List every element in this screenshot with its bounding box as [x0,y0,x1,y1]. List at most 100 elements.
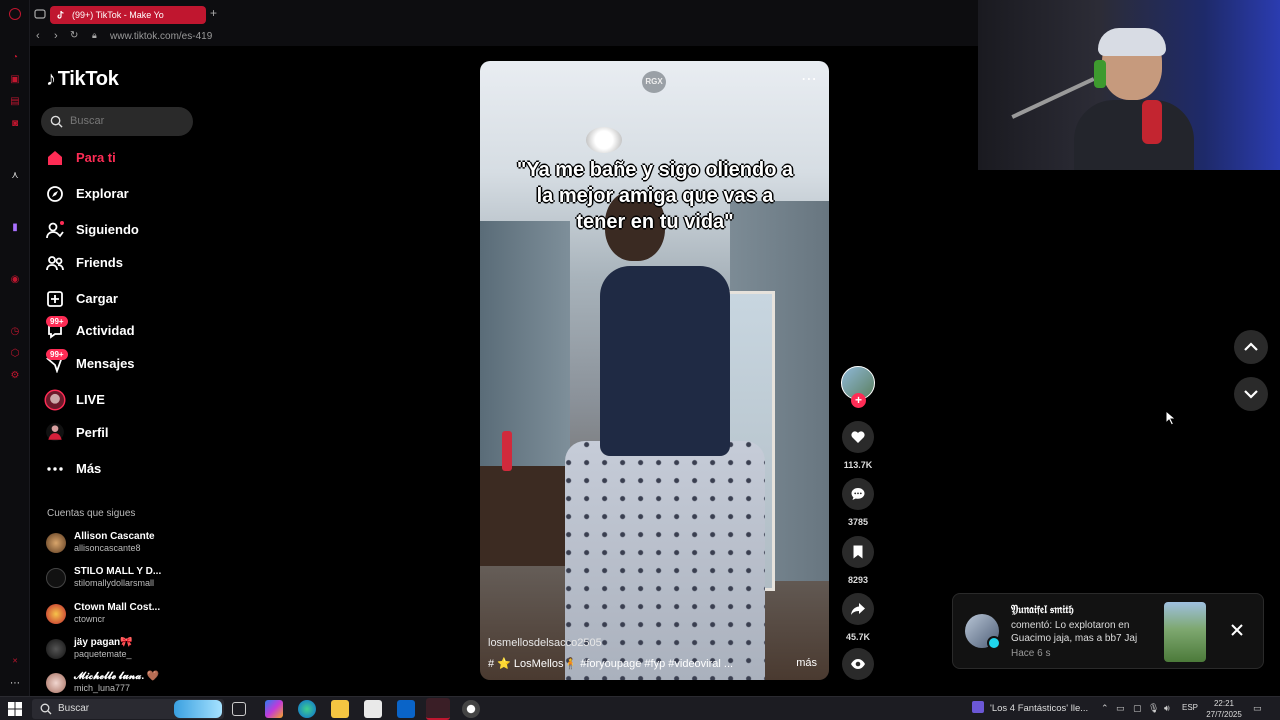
active-tab[interactable]: (99+) TikTok - Make Yo [50,6,206,24]
tab-bar: (99+) TikTok - Make Yo + [30,0,980,28]
video-player[interactable]: RGX ⋯ "Ya me bañe y sigo oliendo a la me… [480,61,829,680]
video-more-link[interactable]: más [796,657,817,669]
rail-more-icon[interactable]: ⋯ [9,678,21,690]
share-count: 45.7K [845,632,871,642]
rail-mail-icon[interactable]: ◙ [9,118,21,130]
windows-start-icon[interactable] [8,702,22,716]
outlook-icon[interactable] [397,700,415,718]
forward-icon[interactable]: › [54,30,58,42]
nav-friends[interactable]: Friends [46,248,201,278]
follow-button[interactable]: + [851,393,866,408]
bookmark-icon [853,545,863,559]
messages-badge: 99+ [46,349,68,360]
rail-settings-icon[interactable]: ⚙ [9,370,21,382]
nav-siguiendo[interactable]: Siguiendo [46,215,201,245]
copilot-icon[interactable] [265,700,283,718]
account-name: jäy pagan🎀 [74,637,133,648]
search-icon [50,115,63,128]
friends-icon [46,256,64,271]
comment-button[interactable] [842,478,874,510]
like-button[interactable] [842,421,874,453]
task-view-icon[interactable] [232,702,246,716]
browser-side-rail: ◔ ▣ ▤ ◙ ⋏ ▮ ◉ ◷ ⬡ ⚙ ✕ ⋯ [0,0,30,696]
url-field[interactable]: www.tiktok.com/es-419 [110,31,212,42]
account-item[interactable]: STILO MALL Y D... stilomallydollarsmall [46,565,196,593]
next-video-button[interactable] [1234,377,1268,411]
opera-app-icon[interactable] [426,698,450,720]
search-input[interactable]: Buscar [41,107,193,136]
webcam-mic-arm [1011,77,1095,119]
rail-refresh-icon[interactable]: ◔ [9,52,21,64]
close-icon[interactable] [1227,620,1247,640]
store-icon[interactable] [364,700,382,718]
heart-icon [851,431,865,443]
more-icon [47,467,63,471]
previous-video-button[interactable] [1234,330,1268,364]
save-button[interactable] [842,536,874,568]
rail-clock-icon[interactable]: ◷ [9,326,21,338]
account-item[interactable]: Allison Cascante allisoncascante8 [46,530,196,558]
rail-twitch-icon[interactable]: ▮ [9,222,21,234]
views-button[interactable] [842,648,874,680]
new-tab-button[interactable]: + [210,6,217,20]
nav-cargar[interactable]: Cargar [46,284,201,314]
back-icon[interactable]: ‹ [36,30,40,42]
rail-box-icon[interactable]: ⬡ [9,348,21,360]
nav-label: Para ti [76,150,116,165]
file-explorer-icon[interactable] [331,700,349,718]
notifications-icon[interactable]: ▭ [1253,703,1262,714]
tiktok-logo[interactable]: ♪ TikTok [46,68,119,91]
nav-explorar[interactable]: Explorar [46,179,201,209]
obs-icon[interactable] [462,700,480,718]
nav-para-ti[interactable]: Para ti [46,143,201,173]
tray-volume-icon[interactable]: 🔊︎ [1164,703,1170,714]
rail-app-icon[interactable]: ⋏ [9,170,21,182]
windows-taskbar: Buscar 'Los 4 Fantásticos' lle... ⌃ ▭ ▢ … [0,696,1280,720]
address-bar: ‹ › ↻ 🔒︎ www.tiktok.com/es-419 [30,28,980,46]
nav-mensajes[interactable]: 99+ Mensajes [46,349,201,379]
taskbar-media-widget[interactable]: 'Los 4 Fantásticos' lle... [972,701,1088,714]
compass-icon [47,186,63,202]
avatar [46,673,66,693]
comment-notification[interactable]: 𝔜𝔲𝔫𝔞𝔦𝔣𝔢𝔩 𝔰𝔪𝔦𝔱𝔥 comentó: Lo explotaron en… [952,593,1264,669]
nav-label: Friends [76,255,123,270]
notification-video-thumbnail[interactable] [1164,602,1206,662]
taskbar-search-input[interactable]: Buscar [32,699,224,719]
video-hashtags[interactable]: # ⭐ LosMellos🧍 #foryoupage #fyp #videovi… [488,657,748,670]
search-highlight-art [174,700,222,718]
workspaces-icon[interactable] [34,9,46,19]
eye-icon [851,659,865,669]
notification-text: comentó: Lo explotaron en Guacimo jaja, … [1011,620,1138,644]
video-username[interactable]: losmellosdelsacco2505 [488,637,602,649]
rail-extra-icon[interactable]: ✕ [9,656,21,668]
rail-bag-icon[interactable]: ▣ [9,74,21,86]
language-indicator[interactable]: ESP [1182,703,1198,712]
nav-perfil[interactable]: Perfil [46,418,201,448]
account-item[interactable]: Ctown Mall Cost... ctowncr [46,601,196,629]
nav-actividad[interactable]: 99+ Actividad [46,316,201,346]
edge-icon[interactable] [298,700,316,718]
share-button[interactable] [842,593,874,625]
nav-label: Siguiendo [76,222,139,237]
account-name: Ctown Mall Cost... [74,602,161,613]
account-item[interactable]: 𝓜𝓲𝓬𝓱𝓮𝓵𝓵𝓮 𝓵𝓾𝓷𝓪. 🤎 mich_luna777 [46,670,196,698]
opera-logo-icon[interactable] [9,8,21,20]
webcam-overlay [978,0,1280,170]
nav-label: Más [76,461,102,476]
nav-live[interactable]: LIVE [44,385,201,415]
taskbar-clock[interactable]: 22:21 27/7/2025 [1204,698,1244,720]
tray-overflow-icon[interactable]: ⌃ [1101,703,1109,714]
tray-microphone-icon[interactable]: 🎙︎ [1148,703,1159,714]
tray-network-icon[interactable]: ▭ [1116,703,1125,714]
rail-chat-icon[interactable]: ▤ [9,96,21,108]
rail-player-icon[interactable]: ◉ [9,274,21,286]
video-options-icon[interactable]: ⋯ [801,69,817,89]
account-item[interactable]: jäy pagan🎀 paquetemate_ [46,636,196,664]
following-icon [46,221,64,239]
watermark-badge: RGX [642,71,666,93]
tray-display-icon[interactable]: ▢ [1133,703,1142,714]
webcam-person-body [1074,100,1194,170]
nav-mas[interactable]: Más [46,454,201,484]
reload-icon[interactable]: ↻ [70,30,78,41]
logo-text: TikTok [57,68,119,90]
